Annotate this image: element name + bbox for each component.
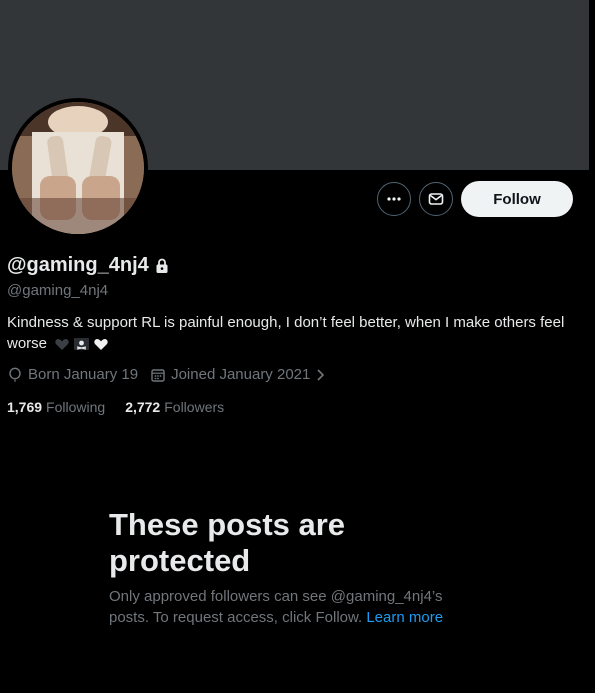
avatar[interactable] bbox=[12, 102, 144, 234]
pirate-flag-icon bbox=[74, 338, 90, 351]
white-heart-icon bbox=[94, 339, 108, 351]
followers-link[interactable]: 2,772 Followers bbox=[125, 399, 224, 415]
display-name: @gaming_4nj4 bbox=[7, 254, 149, 276]
followers-count: 2,772 bbox=[125, 399, 161, 415]
joined-date[interactable]: Joined January 2021 bbox=[150, 366, 325, 383]
mail-icon bbox=[428, 193, 444, 205]
calendar-icon bbox=[151, 368, 165, 382]
profile-actions: Follow bbox=[377, 181, 573, 217]
lock-icon bbox=[156, 258, 168, 273]
black-heart-icon bbox=[55, 339, 69, 351]
scrollbar-track bbox=[589, 0, 595, 693]
follow-button[interactable]: Follow bbox=[461, 181, 573, 217]
following-count: 1,769 bbox=[7, 399, 43, 415]
profile-meta: Born January 19 Joined January 2021 bbox=[7, 366, 325, 383]
followers-label: Followers bbox=[164, 399, 225, 415]
learn-more-link[interactable]: Learn more bbox=[366, 609, 443, 626]
username: @gaming_4nj4 bbox=[7, 282, 109, 299]
display-name-row: @gaming_4nj4 bbox=[7, 254, 169, 277]
following-link[interactable]: 1,769 Following bbox=[7, 399, 105, 415]
bio: Kindness & support RL is painful enough,… bbox=[7, 312, 567, 354]
protected-message: Only approved followers can see @gaming_… bbox=[109, 586, 479, 628]
following-label: Following bbox=[46, 399, 106, 415]
birthday: Born January 19 bbox=[7, 366, 138, 383]
protected-title: These posts are protected bbox=[109, 507, 346, 578]
follow-counts: 1,769 Following 2,772 Followers bbox=[7, 399, 224, 415]
birthday-text: Born January 19 bbox=[28, 366, 139, 383]
more-icon bbox=[387, 197, 401, 201]
balloon-icon bbox=[9, 367, 21, 381]
avatar-photo bbox=[12, 102, 144, 234]
joined-text: Joined January 2021 bbox=[171, 366, 311, 383]
message-button[interactable] bbox=[419, 182, 453, 216]
more-button[interactable] bbox=[377, 182, 411, 216]
bio-emojis bbox=[54, 336, 109, 352]
chevron-right-icon bbox=[317, 368, 325, 381]
profile-page: Follow @gaming_4nj4 @gaming_4nj4 Kindnes… bbox=[0, 0, 595, 693]
